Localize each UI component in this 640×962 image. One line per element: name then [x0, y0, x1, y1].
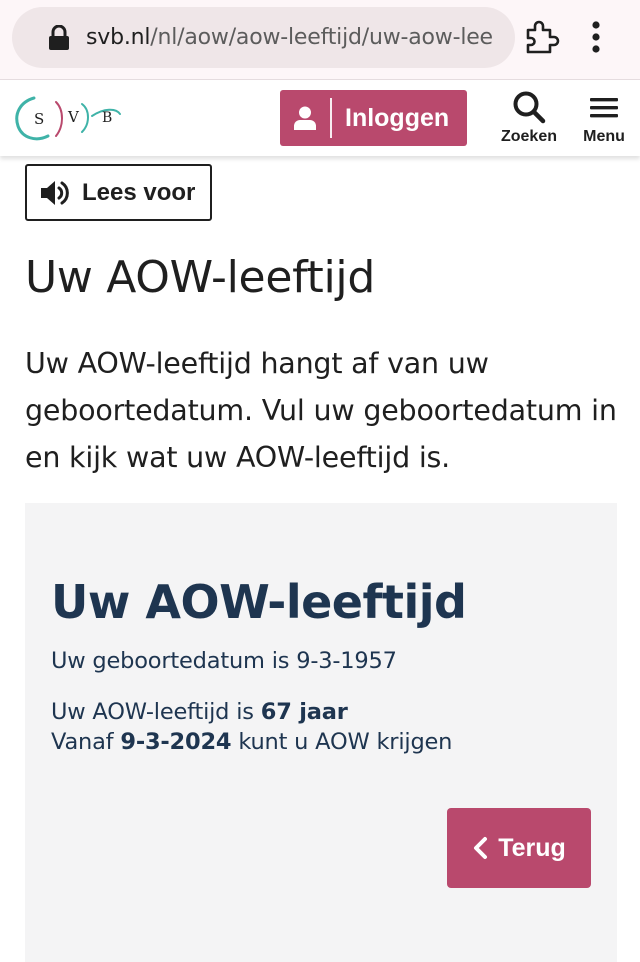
back-button[interactable]: Terug [447, 808, 591, 888]
user-icon [280, 90, 330, 146]
birthdate-prefix: Uw geboortedatum is [51, 648, 290, 674]
search-icon [513, 91, 546, 124]
login-divider [330, 98, 332, 138]
search-label: Zoeken [500, 128, 557, 145]
aow-start-date: 9-3-2024 [120, 729, 232, 755]
puzzle-icon[interactable] [520, 16, 562, 58]
aow-start-suffix: kunt u AOW krijgen [238, 729, 453, 755]
chevron-left-icon [474, 837, 488, 859]
result-title: Uw AOW-leeftijd [51, 575, 467, 629]
search-button[interactable]: Zoeken [497, 90, 561, 146]
login-label: Inloggen [345, 103, 450, 132]
aow-age-value: 67 jaar [260, 699, 348, 725]
browser-toolbar: svb.nl/nl/aow/aow-leeftijd/uw-aow-lee [0, 0, 640, 80]
logo-letter-s: S [34, 110, 44, 128]
lock-icon [49, 24, 69, 50]
read-aloud-label: Lees voor [82, 178, 196, 206]
page-title: Uw AOW-leeftijd [25, 252, 375, 303]
url-path: /nl/aow/aow-leeftijd/uw-aow-lee [150, 25, 493, 50]
svb-logo[interactable]: S V B [12, 92, 124, 144]
birthdate-line: Uw geboortedatum is 9-3-1957 [51, 648, 397, 674]
login-button[interactable]: Inloggen [280, 90, 467, 146]
address-bar[interactable]: svb.nl/nl/aow/aow-leeftijd/uw-aow-lee [12, 7, 515, 68]
hamburger-icon [590, 98, 618, 118]
intro-text: Uw AOW-leeftijd hangt af van uw geboorte… [25, 347, 617, 474]
speaker-icon [41, 180, 69, 205]
read-aloud-button[interactable]: Lees voor [25, 164, 212, 221]
menu-button[interactable]: Menu [574, 90, 634, 146]
aow-start-prefix: Vanaf [51, 729, 114, 755]
aow-start-line: Vanaf 9-3-2024 kunt u AOW krijgen [51, 729, 452, 755]
site-header: S V B Inloggen Zoeken Menu [0, 80, 640, 156]
kebab-icon[interactable] [588, 18, 604, 58]
result-card: Uw AOW-leeftijd Uw geboortedatum is 9-3-… [25, 503, 617, 962]
logo-letter-b: B [102, 110, 112, 126]
url-host: svb.nl [86, 25, 151, 50]
menu-label: Menu [583, 128, 625, 145]
url-text: svb.nl/nl/aow/aow-leeftijd/uw-aow-lee [86, 25, 493, 50]
birthdate-value: 9-3-1957 [296, 648, 397, 674]
logo-letter-v: V [67, 108, 80, 126]
back-label: Terug [498, 833, 566, 862]
aow-age-prefix: Uw AOW-leeftijd is [51, 699, 254, 725]
aow-age-line: Uw AOW-leeftijd is 67 jaar [51, 699, 348, 725]
